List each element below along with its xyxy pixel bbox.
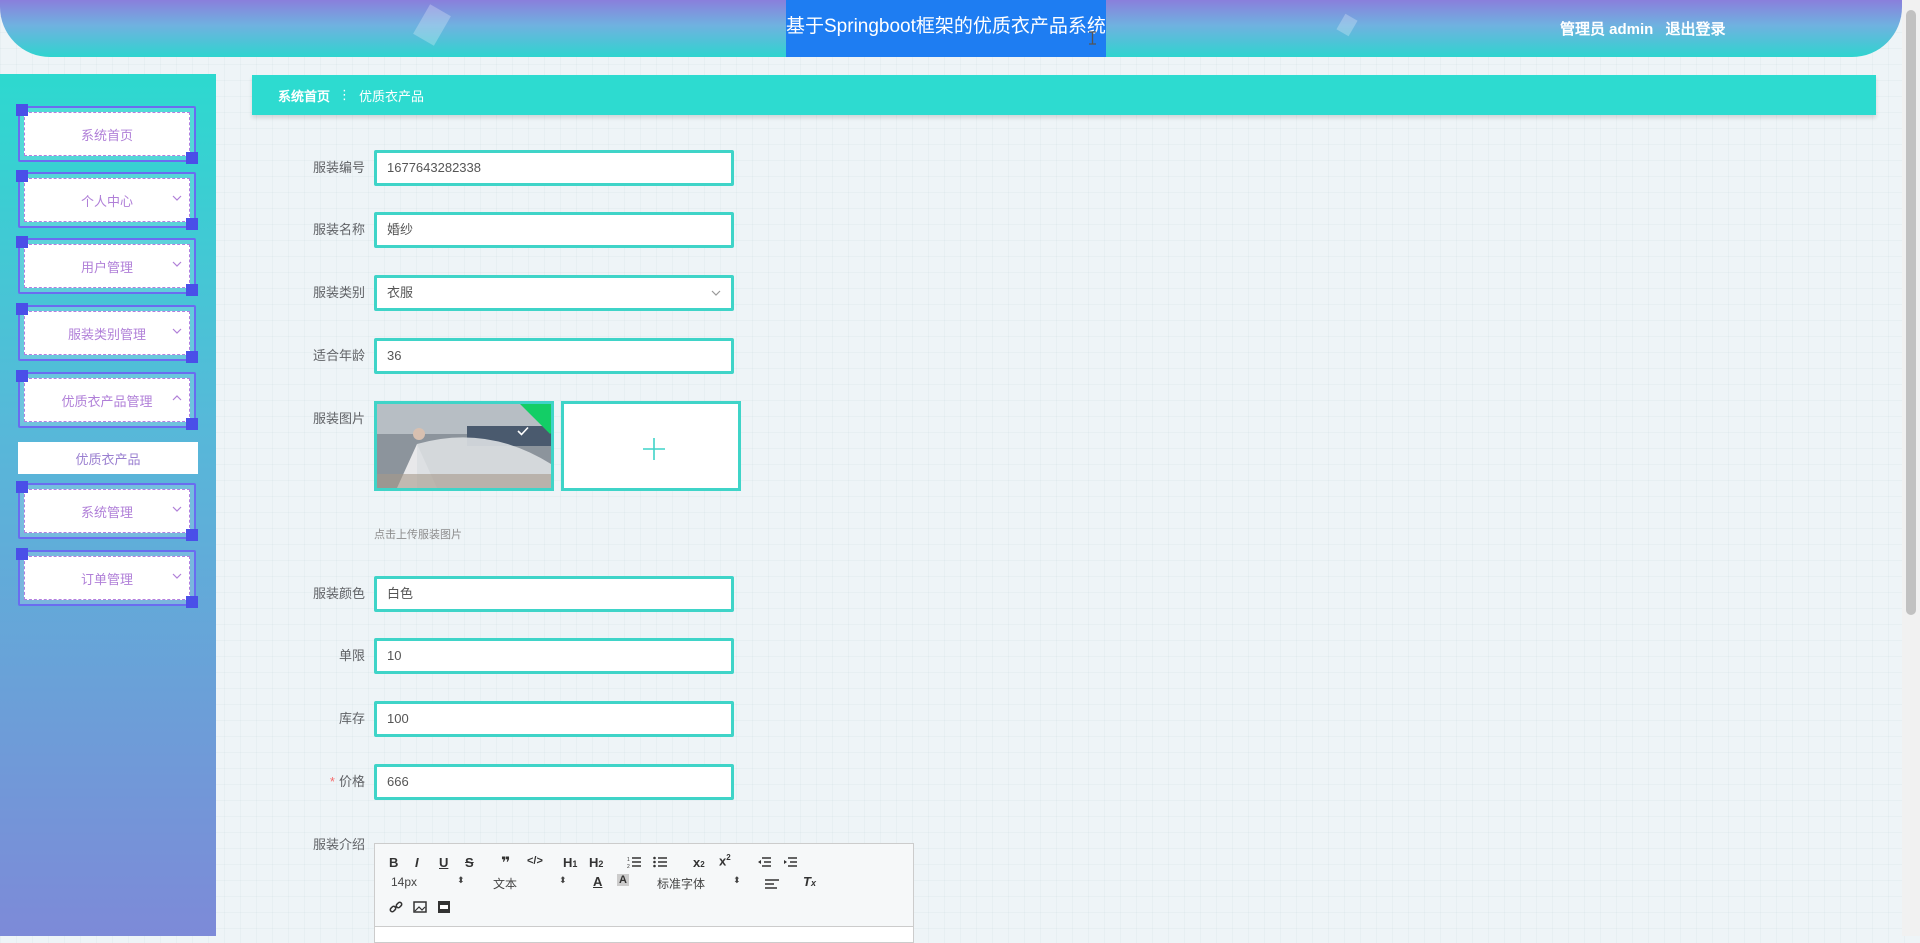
underline-button[interactable]: U bbox=[439, 855, 448, 870]
sidebar-subitem-product[interactable]: 优质衣产品 bbox=[18, 442, 198, 474]
rich-text-editor: B I U S ❞ </> H1 H2 12 x2 x2 14px ⬍ 文本 ⬍… bbox=[374, 843, 914, 943]
bold-button[interactable]: B bbox=[389, 855, 398, 870]
scrollbar-thumb[interactable] bbox=[1906, 10, 1916, 615]
category-select[interactable]: 衣服 bbox=[374, 275, 734, 311]
page-scrollbar[interactable] bbox=[1902, 0, 1920, 936]
upload-tip: 点击上传服装图片 bbox=[374, 529, 462, 541]
sidebar-item-label: 个人中心 bbox=[80, 193, 133, 209]
chevron-updown-icon: ⬍ bbox=[559, 875, 567, 885]
breadcrumb-home[interactable]: 系统首页 bbox=[278, 86, 330, 105]
age-label: 适合年龄 bbox=[312, 348, 365, 363]
sidebar-menu: 系统首页 个人中心 用户管理 服装类别管理 优质衣产品管理 优质衣产品 系统管理… bbox=[0, 74, 216, 936]
sidebar-item-order-management[interactable]: 订单管理 bbox=[16, 548, 198, 608]
chevron-up-icon bbox=[172, 395, 182, 401]
heading1-button[interactable]: H1 bbox=[563, 855, 577, 870]
header-decoration bbox=[413, 4, 451, 46]
name-label: 服装名称 bbox=[312, 222, 365, 237]
chevron-down-icon bbox=[172, 261, 182, 267]
sidebar-item-home[interactable]: 系统首页 bbox=[16, 104, 198, 164]
breadcrumb-separator: ⋮ bbox=[338, 87, 352, 102]
breadcrumb-current: 优质衣产品 bbox=[359, 88, 425, 104]
background-color-icon[interactable]: A bbox=[617, 874, 629, 886]
chevron-down-icon bbox=[172, 573, 182, 579]
subscript-button[interactable]: x2 bbox=[693, 855, 705, 870]
image-label: 服装图片 bbox=[312, 411, 365, 426]
stock-label: 库存 bbox=[338, 711, 365, 726]
sidebar-item-label: 服装类别管理 bbox=[67, 326, 146, 342]
price-input[interactable]: 666 bbox=[374, 764, 734, 800]
image-icon[interactable] bbox=[413, 900, 427, 914]
video-icon[interactable] bbox=[437, 900, 451, 914]
header-decoration bbox=[1336, 13, 1358, 37]
header-type-select[interactable]: 文本 bbox=[493, 875, 517, 892]
sidebar-item-product-management[interactable]: 优质衣产品管理 bbox=[16, 370, 198, 430]
svg-text:2: 2 bbox=[627, 864, 630, 868]
chevron-down-icon bbox=[172, 328, 182, 334]
uploaded-image-thumbnail[interactable] bbox=[374, 401, 554, 491]
sidebar-item-user-management[interactable]: 用户管理 bbox=[16, 236, 198, 296]
code-icon[interactable]: </> bbox=[527, 855, 543, 867]
italic-button[interactable]: I bbox=[415, 855, 419, 870]
font-size-select[interactable]: 14px bbox=[391, 875, 417, 889]
text-cursor-icon bbox=[1089, 31, 1096, 45]
superscript-button[interactable]: x2 bbox=[719, 853, 731, 868]
indent-icon[interactable] bbox=[783, 856, 797, 868]
blockquote-icon[interactable]: ❞ bbox=[501, 853, 510, 873]
breadcrumb: 系统首页 ⋮ 优质衣产品 bbox=[252, 75, 1876, 115]
user-info: 管理员 admin 退出登录 bbox=[1560, 18, 1734, 39]
align-icon[interactable] bbox=[765, 878, 779, 890]
heading2-button[interactable]: H2 bbox=[589, 855, 603, 870]
name-input[interactable]: 婚纱 bbox=[374, 212, 734, 248]
stock-input[interactable]: 100 bbox=[374, 701, 734, 737]
svg-text:1: 1 bbox=[627, 857, 630, 863]
top-header: 基于Springboot框架的优质衣产品系统 管理员 admin 退出登录 bbox=[0, 0, 1902, 57]
sidebar-item-label: 系统管理 bbox=[80, 504, 133, 520]
sidebar-item-personal-center[interactable]: 个人中心 bbox=[16, 170, 198, 230]
limit-label: 单限 bbox=[338, 648, 365, 663]
check-icon bbox=[517, 426, 529, 436]
ordered-list-icon[interactable]: 12 bbox=[627, 856, 641, 868]
sidebar-item-label: 订单管理 bbox=[80, 571, 133, 587]
link-icon[interactable] bbox=[389, 900, 403, 914]
editor-content-area[interactable] bbox=[375, 926, 913, 942]
sidebar-item-category-management[interactable]: 服装类别管理 bbox=[16, 303, 198, 363]
color-label: 服装颜色 bbox=[312, 586, 365, 601]
clear-format-icon[interactable]: Tx bbox=[803, 874, 816, 889]
chevron-down-icon bbox=[172, 195, 182, 201]
bullet-list-icon[interactable] bbox=[653, 856, 667, 868]
category-label: 服装类别 bbox=[312, 285, 365, 300]
price-label: * 价格 bbox=[329, 774, 365, 789]
sidebar-item-label: 系统首页 bbox=[80, 127, 133, 143]
logout-link[interactable]: 退出登录 bbox=[1666, 21, 1726, 38]
sidebar-item-system-management[interactable]: 系统管理 bbox=[16, 481, 198, 541]
chevron-updown-icon: ⬍ bbox=[457, 875, 465, 885]
color-input[interactable]: 白色 bbox=[374, 576, 734, 612]
code-input[interactable]: 1677643282338 bbox=[374, 150, 734, 186]
strike-button[interactable]: S bbox=[465, 855, 474, 870]
upload-add-button[interactable] bbox=[561, 401, 741, 491]
outdent-icon[interactable] bbox=[757, 856, 771, 868]
page-title: 基于Springboot框架的优质衣产品系统 bbox=[786, 0, 1106, 57]
plus-icon bbox=[643, 438, 665, 460]
code-label: 服装编号 bbox=[312, 160, 365, 175]
required-mark: * bbox=[329, 774, 335, 789]
category-selected-value: 衣服 bbox=[387, 285, 414, 300]
limit-input[interactable]: 10 bbox=[374, 638, 734, 674]
chevron-down-icon bbox=[711, 290, 721, 296]
text-color-icon[interactable]: A bbox=[593, 874, 602, 889]
font-family-select[interactable]: 标准字体 bbox=[657, 875, 705, 892]
sidebar-item-label: 优质衣产品管理 bbox=[61, 393, 153, 409]
age-input[interactable]: 36 bbox=[374, 338, 734, 374]
user-role: 管理员 admin bbox=[1560, 21, 1654, 38]
chevron-updown-icon: ⬍ bbox=[733, 875, 741, 885]
intro-label: 服装介绍 bbox=[312, 837, 365, 852]
sidebar-item-label: 用户管理 bbox=[80, 259, 133, 275]
chevron-down-icon bbox=[172, 506, 182, 512]
wedding-dress-image bbox=[377, 404, 551, 488]
